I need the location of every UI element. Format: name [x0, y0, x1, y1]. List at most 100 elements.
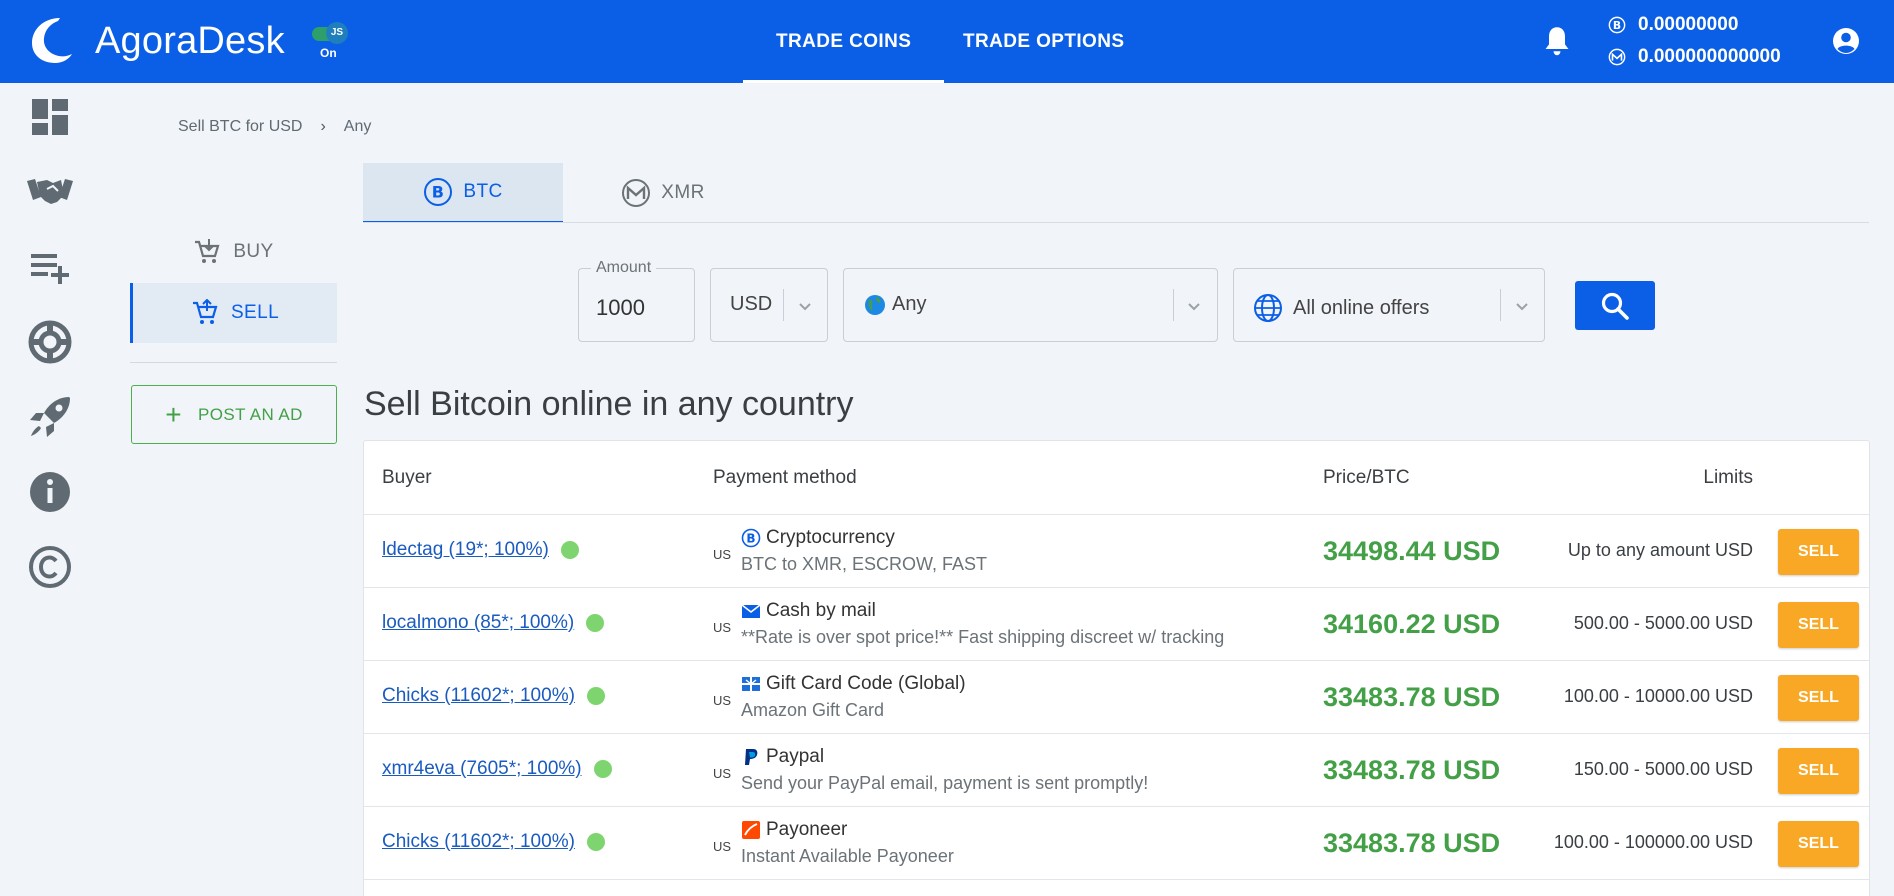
rocket-icon[interactable] — [25, 392, 75, 442]
payment-method-name: Payoneer — [766, 819, 848, 840]
buyer-link[interactable]: ldectag (19*; 100%) — [382, 539, 579, 561]
bell-icon[interactable] — [1543, 25, 1571, 57]
js-toggle[interactable]: JS On — [312, 22, 348, 61]
amount-label: Amount — [591, 259, 657, 277]
limits-value: 150.00 - 5000.00 USD — [1573, 759, 1753, 779]
btc-balance[interactable]: B 0.00000000 — [1608, 14, 1738, 36]
tab-btc[interactable]: B BTC — [363, 163, 563, 223]
payoneer-icon — [742, 821, 760, 839]
buy-button-label: BUY — [233, 241, 274, 262]
country-code: US — [713, 547, 732, 562]
limits-value: 100.00 - 100000.00 USD — [1553, 832, 1753, 852]
buyer-link[interactable]: localmono (85*; 100%) — [382, 612, 605, 634]
account-icon[interactable] — [1831, 26, 1861, 56]
country-code: US — [713, 766, 732, 781]
svg-text:B: B — [1613, 19, 1621, 32]
bitcoin-icon: B — [424, 178, 453, 206]
limits-value: 100.00 - 10000.00 USD — [1563, 686, 1753, 706]
column-header-payment: Payment method — [713, 467, 857, 488]
limits-value: Up to any amount USD — [1567, 540, 1753, 560]
payment-method-name: Paypal — [766, 746, 825, 767]
mail-icon — [741, 604, 761, 618]
select-separator — [1500, 289, 1501, 321]
sell-offer-button[interactable]: SELL — [1778, 529, 1859, 575]
payment-method-details: Instant Available Payoneer — [741, 846, 954, 866]
page-title: Sell Bitcoin online in any country — [364, 385, 854, 423]
side-divider — [130, 362, 337, 363]
buyer-name[interactable]: xmr4eva (7605*; 100%) — [382, 758, 582, 780]
offer-type-select[interactable]: All online offers — [1233, 268, 1545, 342]
monero-icon — [622, 179, 651, 207]
copyright-icon[interactable] — [25, 542, 75, 592]
offer-type-value: All online offers — [1253, 293, 1429, 323]
payment-method-name: Gift Card Code (Global) — [766, 673, 966, 694]
tab-trade-coins[interactable]: TRADE COINS — [743, 0, 945, 83]
globe-icon — [1254, 294, 1282, 322]
js-toggle-state: On — [320, 46, 337, 60]
column-header-price: Price/BTC — [1323, 467, 1410, 488]
offer-type-text: All online offers — [1293, 296, 1430, 319]
tab-trade-options[interactable]: TRADE OPTIONS — [930, 0, 1157, 83]
country-code: US — [713, 839, 732, 854]
brand-name[interactable]: AgoraDesk — [95, 20, 285, 63]
payment-method-details: **Rate is over spot price!** Fast shippi… — [741, 627, 1225, 647]
handshake-icon[interactable] — [25, 167, 75, 217]
country-text: Any — [892, 293, 927, 315]
amount-input[interactable]: 1000 — [596, 295, 645, 321]
buyer-link[interactable]: Chicks (11602*; 100%) — [382, 831, 605, 853]
post-an-ad-label: POST AN AD — [197, 404, 303, 424]
payment-method-name: Cryptocurrency — [766, 527, 895, 548]
bitcoin-icon: B — [1608, 16, 1626, 34]
buyer-link[interactable]: Chicks (11602*; 100%) — [382, 685, 605, 707]
online-status-dot — [586, 687, 605, 705]
select-separator — [1173, 289, 1174, 321]
payment-method: Gift Card Code (Global) — [741, 673, 966, 695]
agoradesk-logo-icon[interactable] — [30, 16, 72, 64]
online-status-dot — [560, 541, 579, 559]
select-separator — [783, 289, 784, 321]
search-button[interactable] — [1575, 281, 1655, 330]
online-status-dot — [586, 833, 605, 851]
payment-method: Payoneer — [741, 819, 847, 841]
playlist-add-icon[interactable] — [25, 242, 75, 292]
svg-text:B: B — [432, 183, 445, 202]
currency-select[interactable]: USD — [710, 268, 828, 342]
breadcrumb-item-sell-btc[interactable]: Sell BTC for USD — [178, 118, 302, 136]
lifebuoy-icon[interactable] — [25, 317, 75, 367]
amount-field[interactable]: Amount 1000 — [578, 259, 695, 342]
post-an-ad-button[interactable]: + POST AN AD — [131, 385, 337, 444]
buyer-name[interactable]: localmono (85*; 100%) — [382, 612, 574, 634]
payment-method-name: Cash by mail — [766, 600, 876, 621]
online-status-dot — [593, 760, 612, 778]
tab-xmr[interactable]: XMR — [563, 163, 763, 223]
buy-button[interactable]: BUY — [130, 222, 337, 282]
price-value: 33483.78 USD — [1323, 682, 1501, 712]
table-row: localmono (85*; 100%) US Cash by mail **… — [364, 587, 1869, 660]
buyer-name[interactable]: Chicks (11602*; 100%) — [382, 685, 575, 707]
info-icon[interactable] — [25, 467, 75, 517]
country-code: US — [713, 693, 732, 708]
bitcoin-icon: B — [741, 528, 761, 548]
chevron-down-icon — [799, 303, 811, 311]
dashboard-icon[interactable] — [25, 92, 75, 142]
xmr-balance[interactable]: 0.000000000000 — [1608, 46, 1781, 68]
country-value: Any — [864, 293, 926, 316]
tab-xmr-label: XMR — [661, 182, 705, 203]
chevron-down-icon — [1516, 303, 1528, 311]
country-select[interactable]: Any — [843, 268, 1218, 342]
sell-offer-button[interactable]: SELL — [1778, 675, 1859, 721]
sell-button[interactable]: SELL — [130, 283, 337, 343]
sell-offer-button[interactable]: SELL — [1778, 821, 1859, 867]
sell-offer-button[interactable]: SELL — [1778, 602, 1859, 648]
sell-offer-button[interactable]: SELL — [1778, 748, 1859, 794]
top-header: AgoraDesk JS On TRADE COINS TRADE OPTION… — [0, 0, 1894, 83]
offers-table: Buyer Payment method Price/BTC Limits ld… — [363, 440, 1870, 896]
buyer-name[interactable]: ldectag (19*; 100%) — [382, 539, 549, 561]
btc-balance-value: 0.00000000 — [1638, 14, 1739, 35]
breadcrumb-item-any: Any — [343, 118, 372, 135]
buyer-link[interactable]: xmr4eva (7605*; 100%) — [382, 758, 612, 780]
buyer-name[interactable]: Chicks (11602*; 100%) — [382, 831, 575, 853]
breadcrumb-separator: › — [320, 118, 326, 135]
chevron-down-icon — [1188, 303, 1200, 311]
payment-method: Paypal — [741, 746, 824, 768]
